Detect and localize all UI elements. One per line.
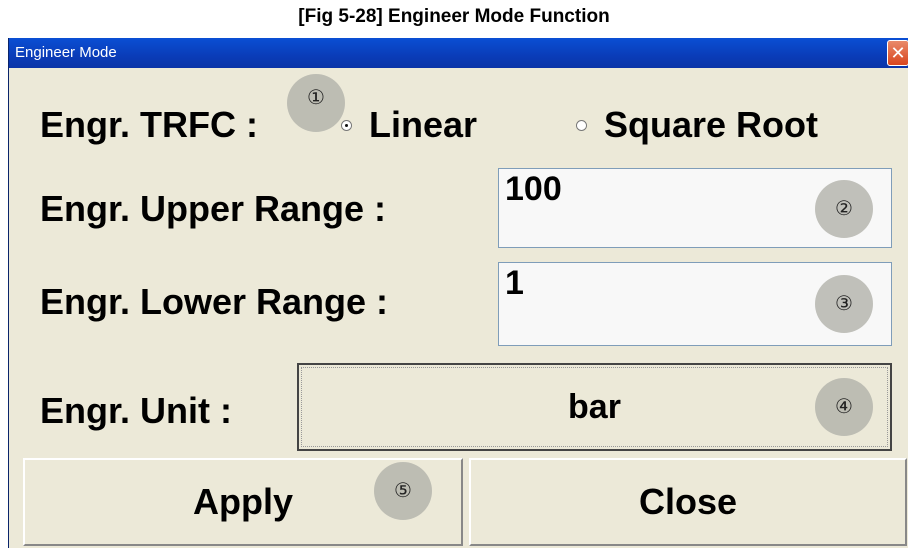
marker-5: ⑤ bbox=[374, 462, 432, 520]
lower-range-label: Engr. Lower Range : bbox=[40, 281, 389, 322]
figure-caption: [Fig 5-28] Engineer Mode Function bbox=[298, 6, 610, 27]
radio-linear-indicator[interactable] bbox=[341, 120, 352, 131]
unit-focus-rect bbox=[301, 367, 888, 447]
radio-square-root-label[interactable]: Square Root bbox=[604, 104, 818, 146]
unit-selector[interactable]: bar bbox=[297, 363, 892, 451]
radio-linear-label[interactable]: Linear bbox=[369, 104, 477, 146]
marker-4: ④ bbox=[815, 378, 873, 436]
engineer-mode-dialog: Engineer Mode ✕ Engr. TRFC : Linear Squa… bbox=[8, 38, 908, 548]
close-window-button[interactable]: ✕ bbox=[887, 40, 908, 66]
close-button[interactable]: Close bbox=[469, 458, 907, 546]
unit-label: Engr. Unit : bbox=[40, 390, 232, 431]
marker-2: ② bbox=[815, 180, 873, 238]
close-icon: ✕ bbox=[890, 43, 906, 63]
marker-1: ① bbox=[287, 74, 345, 132]
trfc-label: Engr. TRFC : bbox=[40, 104, 258, 145]
window-title: Engineer Mode bbox=[15, 44, 117, 61]
radio-square-root-indicator[interactable] bbox=[576, 120, 587, 131]
marker-3: ③ bbox=[815, 275, 873, 333]
upper-range-label: Engr. Upper Range : bbox=[40, 188, 387, 229]
title-bar[interactable]: Engineer Mode ✕ bbox=[9, 38, 908, 68]
